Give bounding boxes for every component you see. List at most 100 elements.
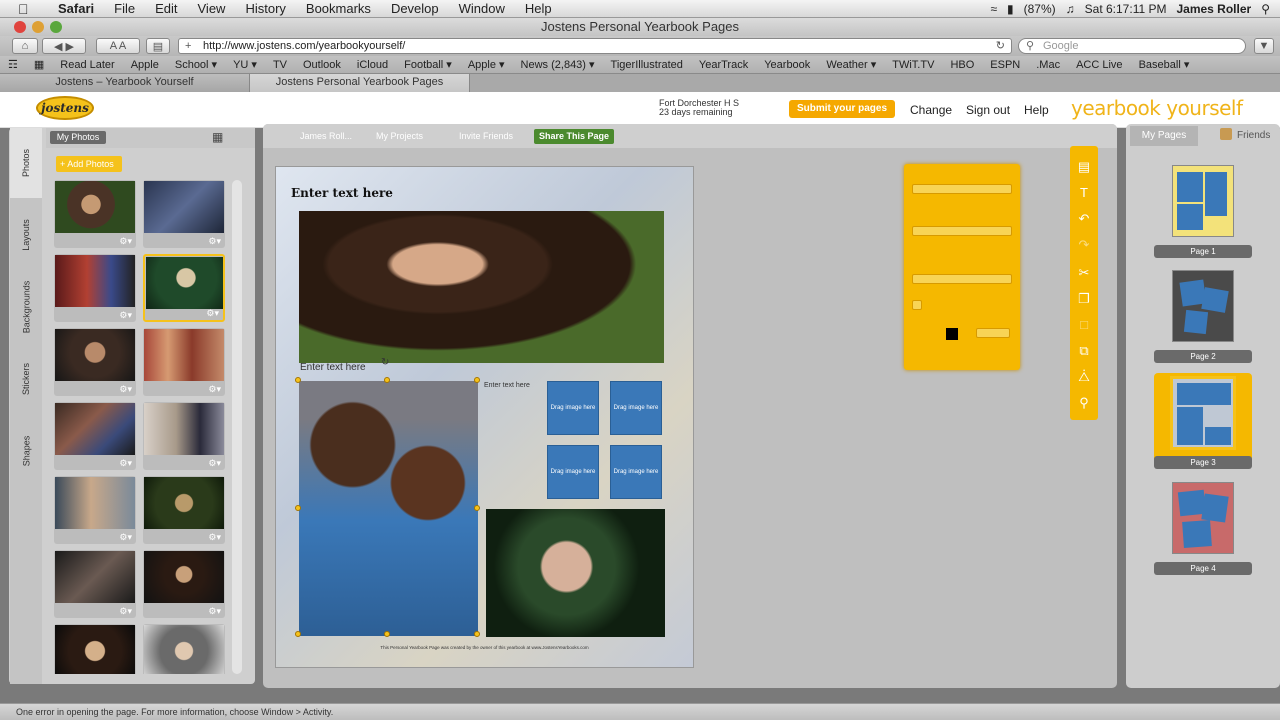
style-select[interactable] — [912, 274, 1012, 284]
size-select[interactable] — [912, 226, 1012, 236]
photo-thumb[interactable]: ⚙▾ — [54, 550, 136, 618]
bookmark-news[interactable]: News (2,843) ▾ — [513, 58, 603, 71]
resize-handle[interactable] — [295, 377, 301, 383]
bring-forward-icon[interactable]: ⧉ — [1070, 338, 1098, 364]
tab-my-projects[interactable]: My Projects — [370, 130, 429, 143]
photo-caption[interactable]: Enter text here — [300, 362, 366, 373]
menu-help[interactable]: Help — [515, 0, 562, 18]
photo-thumb[interactable]: ⚙▾ — [143, 402, 225, 470]
downloads-icon[interactable]: ▼ — [1254, 38, 1274, 54]
drag-image-slot[interactable]: Drag image here — [610, 445, 662, 499]
battery-icon[interactable]: ▮ — [1007, 2, 1014, 16]
page-photo-main[interactable] — [299, 211, 664, 363]
photo-thumb[interactable]: ⚙▾ — [54, 402, 136, 470]
bookmark-outlook[interactable]: Outlook — [295, 59, 349, 71]
photo-thumb[interactable]: ⚙▾ — [143, 550, 225, 618]
gear-icon[interactable]: ⚙▾ — [208, 236, 221, 247]
bookmark-tv[interactable]: TV — [265, 59, 295, 71]
save-icon[interactable]: ▤ — [1070, 154, 1098, 180]
page-photo-girl[interactable] — [486, 509, 665, 637]
cut-icon[interactable]: ✂ — [1070, 260, 1098, 286]
bookmark-icloud[interactable]: iCloud — [349, 59, 396, 71]
gear-icon[interactable]: ⚙▾ — [119, 606, 132, 617]
close-icon[interactable] — [14, 21, 26, 33]
bookmark-apple[interactable]: Apple — [123, 59, 167, 71]
url-field[interactable]: + http://www.jostens.com/yearbookyoursel… — [178, 38, 1012, 54]
search-field[interactable]: ⚲ Google — [1018, 38, 1246, 54]
bookmark-yeartrack[interactable]: YearTrack — [691, 59, 756, 71]
jostens-logo[interactable]: jostens — [36, 96, 94, 120]
page-thumb-2[interactable] — [1172, 270, 1234, 342]
menu-develop[interactable]: Develop — [381, 0, 449, 18]
bold-checkbox[interactable] — [912, 300, 922, 310]
gear-icon[interactable]: ⚙▾ — [119, 310, 132, 321]
photo-thumb[interactable]: ⚙▾ — [54, 328, 136, 396]
side-tab-stickers[interactable]: Stickers — [10, 344, 42, 414]
bookmark-acc-live[interactable]: ACC Live — [1068, 59, 1130, 71]
add-photos-button[interactable]: + Add Photos — [56, 156, 122, 172]
my-pages-tab[interactable]: My Pages — [1130, 126, 1198, 146]
volume-icon[interactable]: ♫ — [1066, 2, 1075, 16]
bookmark-read-later[interactable]: Read Later — [52, 59, 122, 71]
gear-icon[interactable]: ⚙▾ — [206, 308, 219, 319]
apple-icon[interactable]:  — [18, 1, 36, 17]
gear-icon[interactable]: ⚙▾ — [208, 606, 221, 617]
resize-handle[interactable] — [474, 631, 480, 637]
text-size-buttons[interactable]: A A — [96, 38, 140, 54]
back-forward-buttons[interactable]: ◀ ▶ — [42, 38, 86, 54]
page-label-2[interactable]: Page 2 — [1154, 350, 1252, 363]
reading-list-icon[interactable]: ☶ — [0, 58, 26, 71]
undo-icon[interactable]: ↶ — [1070, 206, 1098, 232]
add-bookmark-icon[interactable]: + — [185, 39, 191, 53]
gear-icon[interactable]: ⚙▾ — [119, 236, 132, 247]
photo-thumb[interactable]: ⚙▾ — [143, 476, 225, 544]
bookmark-icon[interactable]: ▤ — [146, 38, 170, 54]
photo-thumb[interactable]: ⚙▾ — [143, 328, 225, 396]
sign-out-link[interactable]: Sign out — [966, 103, 1010, 117]
bookmark-mac[interactable]: .Mac — [1028, 59, 1068, 71]
side-tab-photos[interactable]: Photos — [10, 128, 42, 198]
drag-image-slot[interactable]: Drag image here — [547, 381, 599, 435]
photo-thumb-selected[interactable]: ⚙▾ — [143, 254, 225, 322]
resize-handle[interactable] — [384, 377, 390, 383]
resize-handle[interactable] — [474, 505, 480, 511]
reload-icon[interactable]: ↻ — [996, 39, 1005, 53]
photo-thumb[interactable]: ⚙▾ — [54, 254, 136, 322]
tab-user[interactable]: James Roll... — [294, 130, 358, 143]
drag-image-slot[interactable]: Drag image here — [610, 381, 662, 435]
home-icon[interactable]: ⌂ — [12, 38, 38, 54]
rotate-handle-icon[interactable]: ↻ — [381, 357, 389, 368]
redo-icon[interactable]: ↷ — [1070, 232, 1098, 258]
menu-bookmarks[interactable]: Bookmarks — [296, 0, 381, 18]
paste-icon[interactable]: □ — [1070, 312, 1098, 338]
bookmark-football[interactable]: Football ▾ — [396, 58, 460, 71]
share-page-button[interactable]: Share This Page — [534, 129, 615, 144]
gear-icon[interactable]: ⚙▾ — [208, 532, 221, 543]
gear-icon[interactable]: ⚙▾ — [119, 384, 132, 395]
gear-icon[interactable]: ⚙▾ — [208, 384, 221, 395]
friends-tab[interactable]: Friends — [1237, 130, 1270, 141]
menu-edit[interactable]: Edit — [145, 0, 187, 18]
bookmark-school[interactable]: School ▾ — [167, 58, 225, 71]
clock[interactable]: Sat 6:17:11 PM — [1085, 2, 1167, 16]
resize-handle[interactable] — [295, 505, 301, 511]
bookmark-yearbook[interactable]: Yearbook — [756, 59, 818, 71]
tab-invite-friends[interactable]: Invite Friends — [453, 130, 519, 143]
photos-scrollbar[interactable] — [232, 180, 242, 674]
photo-thumb[interactable] — [54, 624, 136, 674]
zoom-icon[interactable]: ⚲ — [1070, 390, 1098, 416]
small-caption[interactable]: Enter text here — [484, 382, 530, 389]
gear-icon[interactable]: ⚙▾ — [119, 458, 132, 469]
menu-file[interactable]: File — [104, 0, 145, 18]
photo-thumb[interactable]: ⚙▾ — [54, 476, 136, 544]
bookmark-espn[interactable]: ESPN — [982, 59, 1028, 71]
bookmark-twit[interactable]: TWiT.TV — [884, 59, 942, 71]
bookmark-apple-menu[interactable]: Apple ▾ — [460, 58, 513, 71]
page-photo-couple[interactable] — [299, 381, 478, 636]
my-photos-tab[interactable]: My Photos — [50, 131, 106, 144]
page-headline[interactable]: Enter text here — [291, 186, 393, 200]
resize-handle[interactable] — [384, 631, 390, 637]
menu-window[interactable]: Window — [449, 0, 515, 18]
menu-view[interactable]: View — [188, 0, 236, 18]
opacity-select[interactable] — [976, 328, 1010, 338]
